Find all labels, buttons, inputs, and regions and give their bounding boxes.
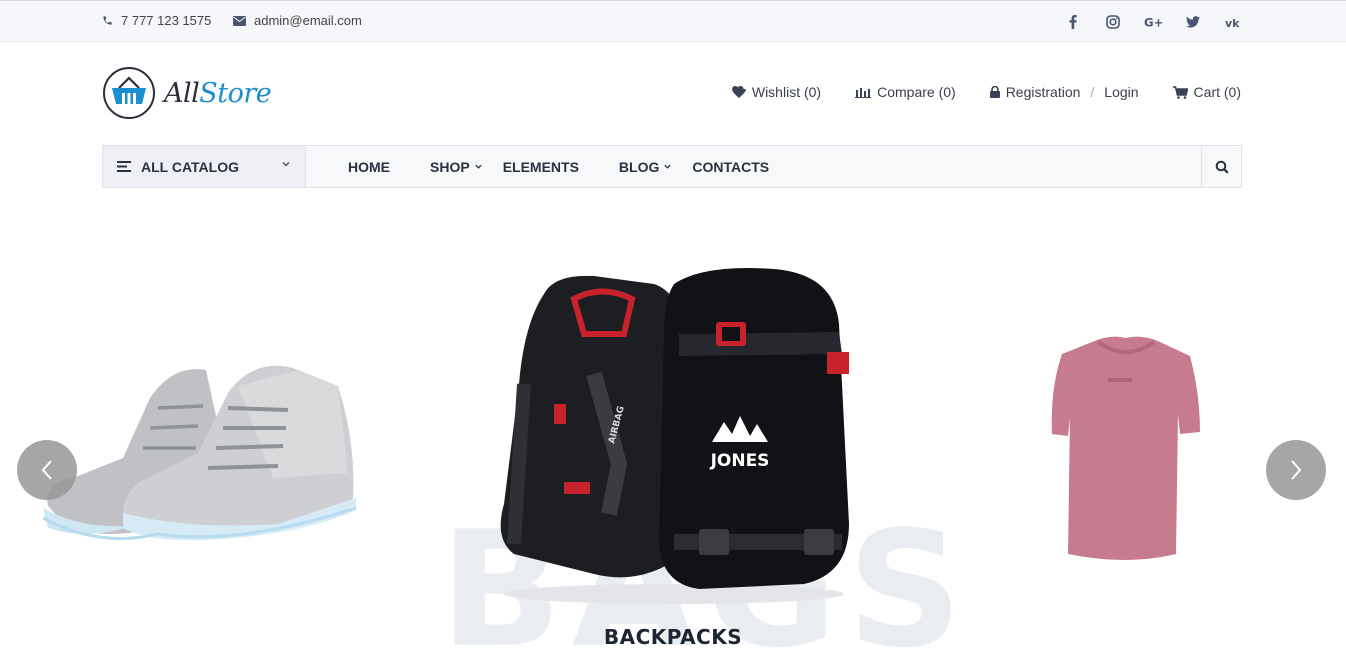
- login-link[interactable]: Login: [1104, 84, 1138, 100]
- envelope-icon: [233, 15, 246, 26]
- nav-item-label: SHOP: [430, 158, 470, 175]
- facebook-icon[interactable]: [1064, 13, 1082, 31]
- chevron-down-icon: [475, 164, 482, 169]
- wishlist-label: Wishlist (0): [751, 84, 822, 100]
- nav-item-label: CONTACTS: [692, 158, 770, 175]
- cart-label: Cart (0): [1193, 84, 1241, 100]
- svg-text:vk: vk: [1225, 17, 1240, 28]
- brand-name-part1: All: [164, 77, 200, 109]
- chevron-right-icon: [1291, 460, 1302, 480]
- nav-menu: HOME SHOP ELEMENTS BLOG CONTACTS: [306, 146, 1201, 187]
- vk-icon[interactable]: vk: [1224, 13, 1242, 31]
- email-address: admin@email.com: [254, 13, 362, 28]
- search-button[interactable]: [1201, 146, 1241, 187]
- chevron-left-icon: [41, 460, 52, 480]
- registration-link[interactable]: Registration: [1006, 84, 1081, 100]
- nav-item-label: HOME: [348, 158, 390, 175]
- nav-item-elements[interactable]: ELEMENTS: [503, 159, 579, 175]
- nav-item-home[interactable]: HOME: [348, 159, 390, 175]
- svg-text:G+: G+: [1144, 15, 1162, 29]
- nav-item-blog[interactable]: BLOG: [619, 159, 672, 175]
- google-plus-icon[interactable]: G+: [1144, 13, 1162, 31]
- all-catalog-dropdown[interactable]: ALL CATALOG: [103, 146, 306, 187]
- carousel-prev-button[interactable]: [17, 440, 77, 500]
- nav-item-label: BLOG: [618, 158, 660, 175]
- search-icon: [1215, 160, 1229, 174]
- backpack-brand-text: JONES: [710, 451, 770, 471]
- slide-caption: BACKPACKS: [603, 625, 743, 649]
- bar-chart-icon: [855, 88, 872, 98]
- site-header: AllStore Wishlist (0) Compare (0) Regist…: [0, 42, 1346, 144]
- sneakers-image: [42, 365, 357, 541]
- top-bar: 7 777 123 1575 admin@email.com G+ vk: [0, 0, 1346, 42]
- lock-icon: [989, 86, 1000, 98]
- cart-icon: [1172, 85, 1188, 99]
- basket-logo-icon: [103, 67, 155, 119]
- compare-label: Compare (0): [877, 84, 956, 100]
- email-contact[interactable]: admin@email.com: [233, 13, 362, 28]
- catalog-label: ALL CATALOG: [141, 158, 239, 175]
- hero-carousel: BAGS JONES AIRBAG BACKPA: [0, 188, 1346, 654]
- nav-item-contacts[interactable]: CONTACTS: [692, 159, 769, 175]
- main-navigation: ALL CATALOG HOME SHOP ELEMENTS BLOG CONT…: [102, 145, 1242, 188]
- phone-icon: [103, 16, 112, 25]
- cart-link[interactable]: Cart (0): [1172, 84, 1241, 100]
- nav-item-label: ELEMENTS: [502, 158, 579, 175]
- site-logo[interactable]: AllStore: [102, 66, 272, 120]
- twitter-icon[interactable]: [1184, 13, 1202, 31]
- backpack-image: JONES AIRBAG: [500, 268, 849, 604]
- header-links: Wishlist (0) Compare (0) Registration / …: [732, 84, 1241, 100]
- carousel-next-button[interactable]: [1266, 440, 1326, 500]
- brand-name-part2: Store: [199, 77, 272, 109]
- compare-link[interactable]: Compare (0): [855, 84, 956, 100]
- phone-number: 7 777 123 1575: [121, 13, 212, 28]
- brand-name: AllStore: [164, 77, 272, 109]
- wishlist-link[interactable]: Wishlist (0): [732, 84, 821, 100]
- tshirt-image: [1051, 336, 1200, 560]
- phone-contact[interactable]: 7 777 123 1575: [102, 13, 211, 28]
- account-links: Registration / Login: [989, 84, 1139, 100]
- social-links: G+ vk: [1064, 13, 1242, 31]
- account-separator: /: [1090, 84, 1095, 100]
- nav-item-shop[interactable]: SHOP: [430, 159, 483, 175]
- chevron-down-icon: [664, 164, 672, 169]
- heart-icon: [732, 86, 746, 98]
- chevron-down-icon: [282, 162, 290, 167]
- hamburger-menu-icon: [117, 161, 131, 172]
- instagram-icon[interactable]: [1104, 13, 1122, 31]
